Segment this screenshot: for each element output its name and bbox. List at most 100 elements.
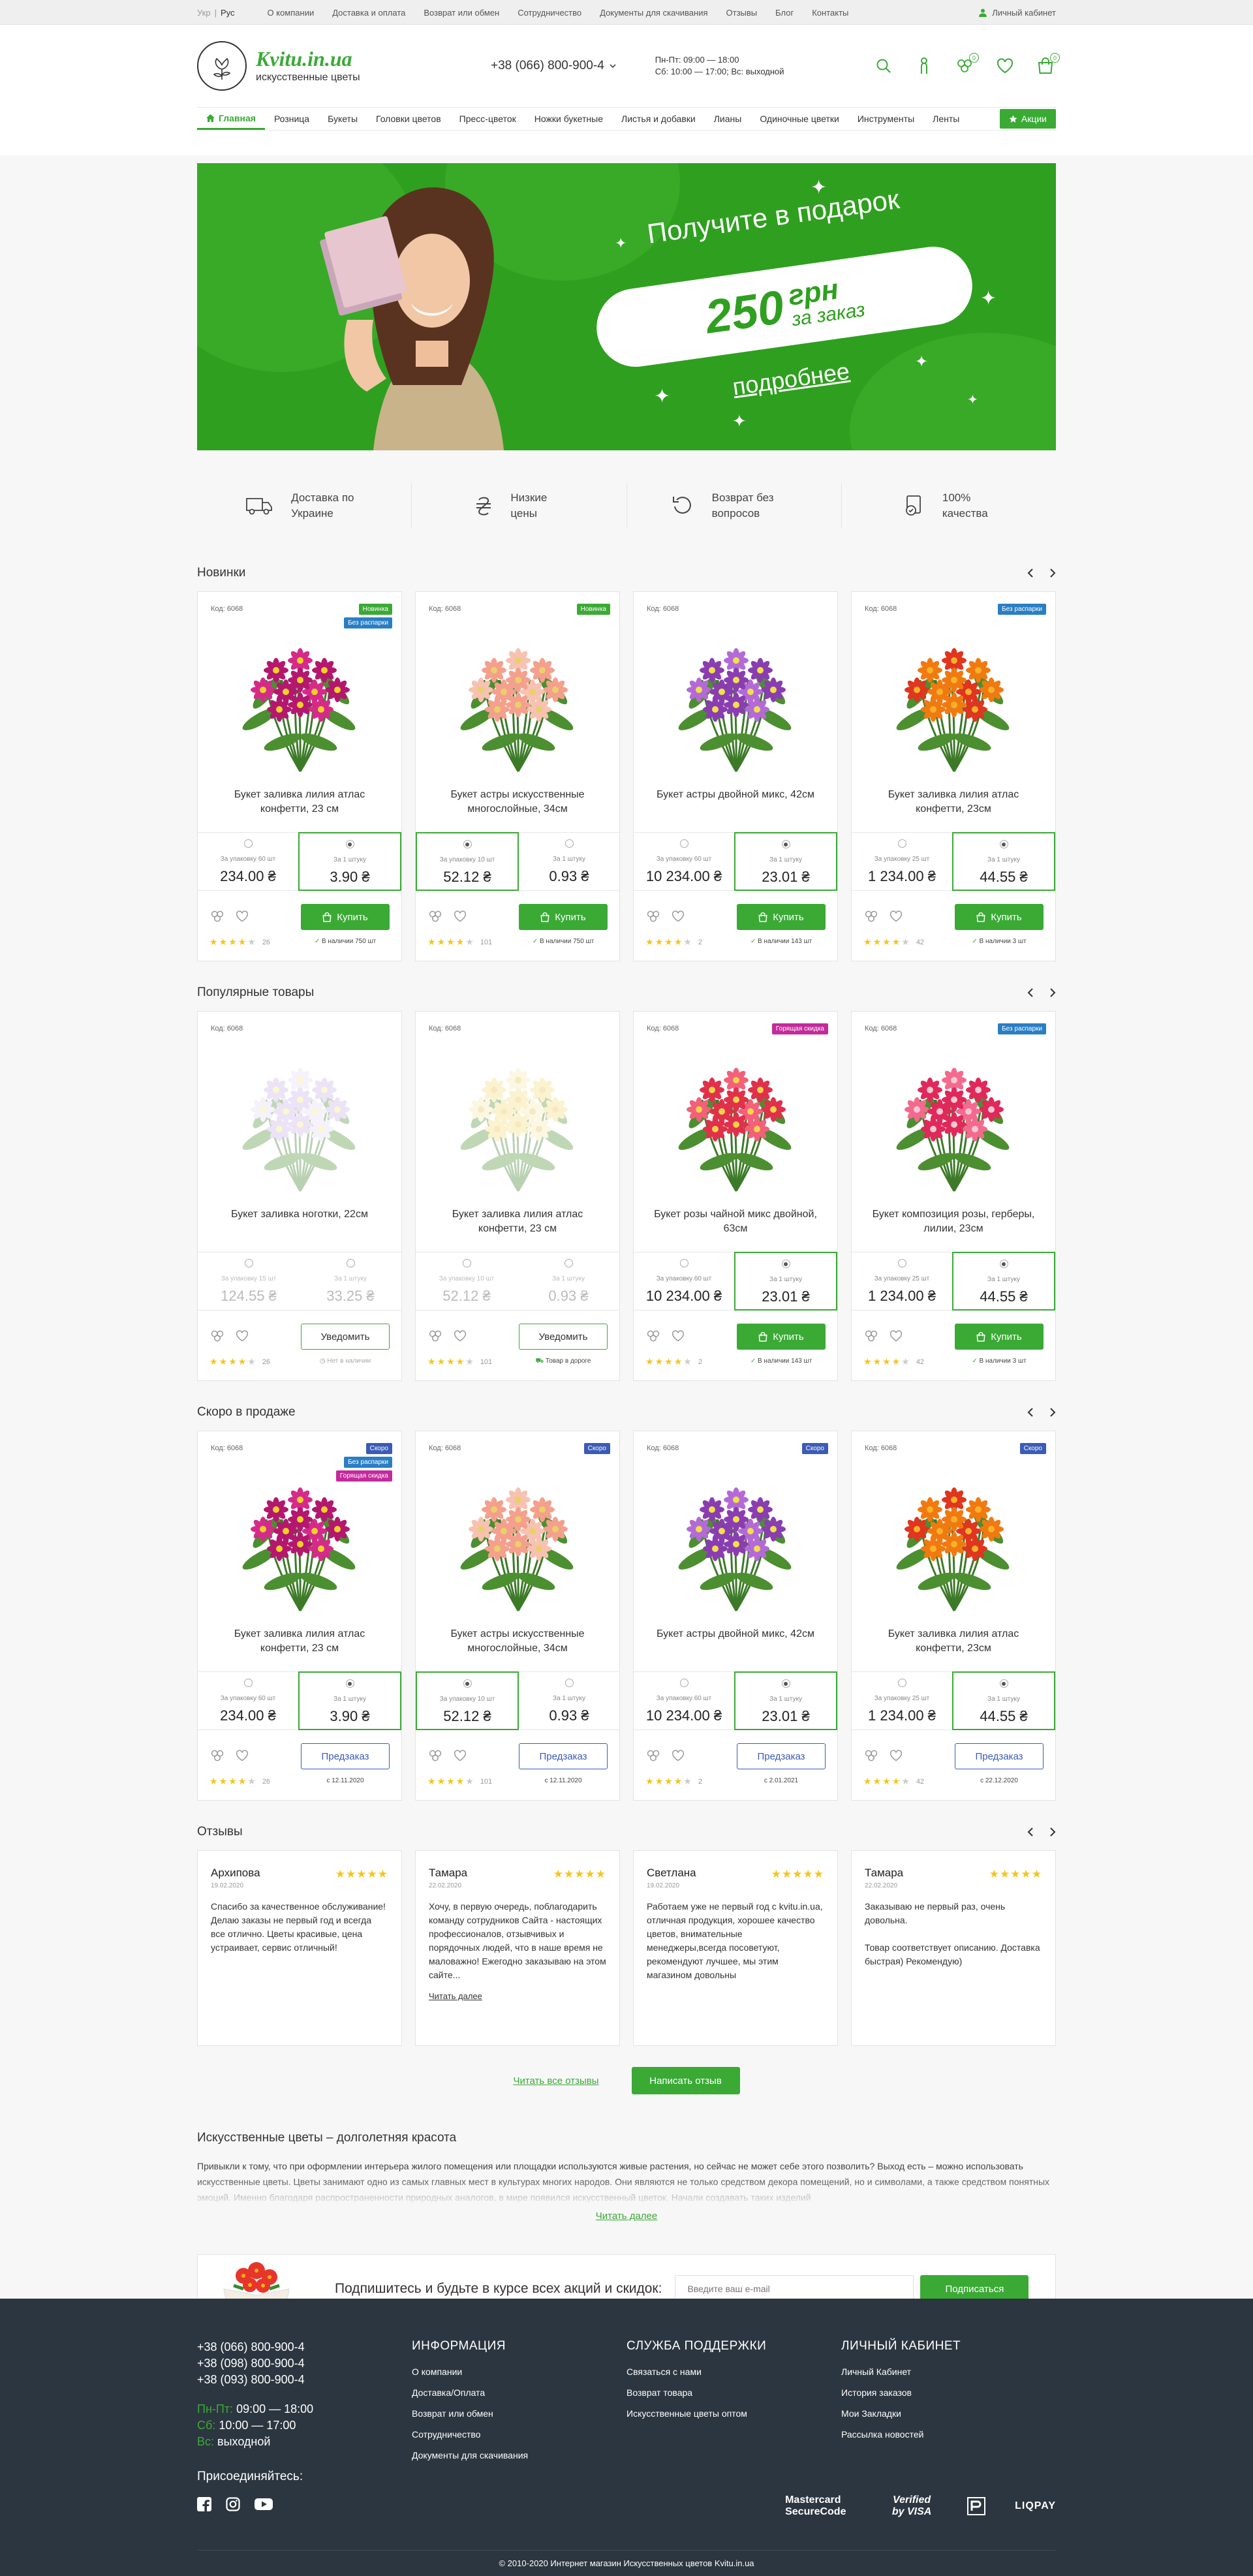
product-image[interactable] (878, 1041, 1030, 1198)
price-option-unit[interactable]: За 1 штуку 33.25 ₴ (300, 1252, 401, 1310)
cart-button[interactable]: 0 (1035, 53, 1060, 76)
footer-cabinet-bookmarks[interactable]: Мои Закладки (841, 2408, 1056, 2419)
catnav-single-flowers[interactable]: Одиночные цветки (750, 108, 848, 130)
catnav-vines[interactable]: Лианы (705, 108, 751, 130)
product-name[interactable]: Букет астры искусственные многослойные, … (429, 788, 606, 819)
product-name[interactable]: Букет астры двойной микс, 42см (647, 1627, 824, 1658)
wishlist-button[interactable] (995, 55, 1015, 76)
price-option-unit[interactable]: За 1 штуку 44.55 ₴ (952, 1671, 1055, 1730)
radio-button[interactable] (345, 840, 354, 848)
catnav-bouquet-stems[interactable]: Ножки букетные (525, 108, 612, 130)
price-option-unit[interactable]: За 1 штуку 23.01 ₴ (734, 1671, 837, 1730)
footer-support-contact[interactable]: Связаться с нами (626, 2367, 841, 2377)
product-name[interactable]: Букет заливка лилия атлас конфетти, 23 с… (211, 788, 388, 819)
compare-toggle[interactable] (209, 1748, 225, 1763)
instagram-link[interactable] (226, 2497, 240, 2511)
price-option-pack[interactable]: За упаковку 60 шт 10 234.00 ₴ (634, 1672, 734, 1730)
section-prev-button[interactable] (1027, 568, 1033, 578)
wishlist-toggle[interactable] (236, 1330, 249, 1342)
catnav-flower-heads[interactable]: Головки цветов (367, 108, 450, 130)
youtube-link[interactable] (255, 2497, 273, 2511)
price-option-pack[interactable]: За упаковку 25 шт 1 234.00 ₴ (852, 1672, 952, 1730)
footer-info-about[interactable]: О компании (412, 2367, 626, 2377)
radio-button[interactable] (243, 1679, 253, 1687)
top-nav-reviews[interactable]: Отзывы (726, 8, 758, 18)
price-option-unit[interactable]: За 1 штуку 44.55 ₴ (952, 1252, 1055, 1311)
product-name[interactable]: Букет заливка лилия атлас конфетти, 23см (865, 788, 1042, 819)
compare-toggle[interactable] (209, 909, 225, 923)
radio-button[interactable] (345, 1679, 354, 1688)
wishlist-toggle[interactable] (454, 1330, 467, 1342)
price-option-pack[interactable]: За упаковку 25 шт 1 234.00 ₴ (852, 833, 952, 890)
radio-button[interactable] (565, 839, 574, 848)
top-nav-contacts[interactable]: Контакты (812, 8, 848, 18)
compare-toggle[interactable] (427, 1748, 443, 1763)
product-name[interactable]: Букет розы чайной микс двойной, 63см (647, 1207, 824, 1239)
catnav-tools[interactable]: Инструменты (848, 108, 923, 130)
radio-button[interactable] (679, 1259, 688, 1267)
price-option-unit[interactable]: За 1 штуку 23.01 ₴ (734, 832, 837, 891)
product-name[interactable]: Букет заливка лилия атлас конфетти, 23 с… (211, 1627, 388, 1658)
wishlist-toggle[interactable] (889, 910, 903, 922)
price-option-unit[interactable]: За 1 штуку 0.93 ₴ (518, 1252, 619, 1310)
compare-toggle[interactable] (863, 909, 879, 923)
footer-info-documents[interactable]: Документы для скачивания (412, 2450, 626, 2460)
catnav-press-flower[interactable]: Пресс-цветок (450, 108, 525, 130)
logo[interactable]: Kvitu.in.ua искусственные цветы (197, 41, 393, 91)
top-nav-return[interactable]: Возврат или обмен (424, 8, 499, 18)
compare-toggle[interactable] (863, 1748, 879, 1763)
compare-button[interactable]: 0 (954, 53, 979, 76)
compare-toggle[interactable] (427, 1329, 443, 1343)
top-nav-delivery[interactable]: Доставка и оплата (332, 8, 405, 18)
price-option-pack[interactable]: За упаковку 60 шт 234.00 ₴ (198, 833, 298, 890)
price-option-unit[interactable]: За 1 штуку 3.90 ₴ (298, 832, 401, 891)
footer-cabinet-newsletter[interactable]: Рассылка новостей (841, 2429, 1056, 2440)
radio-button[interactable] (781, 840, 790, 848)
radio-button[interactable] (999, 1260, 1008, 1268)
product-image[interactable] (878, 621, 1030, 778)
price-option-pack[interactable]: За упаковку 60 шт 10 234.00 ₴ (634, 1252, 734, 1310)
price-option-pack[interactable]: За упаковку 60 шт 234.00 ₴ (198, 1672, 298, 1730)
facebook-link[interactable] (197, 2497, 211, 2511)
lang-ukr[interactable]: Укр (197, 8, 211, 18)
price-option-unit[interactable]: За 1 штуку 0.93 ₴ (519, 833, 619, 890)
product-name[interactable]: Букет заливка лилия атлас конфетти, 23см (865, 1627, 1042, 1658)
wishlist-toggle[interactable] (889, 1330, 903, 1342)
price-option-pack[interactable]: За упаковку 10 шт 52.12 ₴ (416, 1671, 519, 1730)
review-read-more-link[interactable]: Читать далее (429, 1991, 606, 2001)
product-name[interactable]: Букет астры искусственные многослойные, … (429, 1627, 606, 1658)
search-button[interactable] (873, 55, 894, 76)
radio-button[interactable] (679, 839, 688, 848)
wishlist-toggle[interactable] (672, 1330, 685, 1342)
wishlist-toggle[interactable] (236, 1750, 249, 1761)
buy-button[interactable]: Купить (519, 904, 608, 930)
buy-button[interactable]: Купить (955, 1324, 1044, 1350)
footer-cabinet-orders[interactable]: История заказов (841, 2387, 1056, 2398)
wishlist-toggle[interactable] (672, 910, 685, 922)
radio-button[interactable] (243, 839, 253, 848)
catnav-bouquets[interactable]: Букеты (318, 108, 367, 130)
catnav-ribbons[interactable]: Ленты (923, 108, 968, 130)
compare-toggle[interactable] (427, 909, 443, 923)
product-image[interactable] (442, 1041, 595, 1198)
product-name[interactable]: Букет астры двойной микс, 42см (647, 788, 824, 819)
radio-button[interactable] (463, 840, 472, 848)
top-nav-documents[interactable]: Документы для скачивания (600, 8, 707, 18)
notify-button[interactable]: Уведомить (519, 1324, 608, 1350)
section-next-button[interactable] (1050, 988, 1056, 997)
compare-toggle[interactable] (645, 1329, 661, 1343)
radio-button[interactable] (462, 1259, 471, 1267)
notify-button[interactable]: Уведомить (301, 1324, 390, 1350)
product-image[interactable] (224, 621, 377, 778)
wishlist-toggle[interactable] (454, 910, 467, 922)
section-prev-button[interactable] (1027, 988, 1033, 997)
footer-phone-1[interactable]: +38 (066) 800-900-4 (197, 2339, 412, 2355)
product-image[interactable] (660, 1041, 812, 1198)
radio-button[interactable] (679, 1679, 688, 1687)
radio-button[interactable] (897, 1679, 906, 1687)
radio-button[interactable] (897, 1259, 906, 1267)
section-next-button[interactable] (1050, 568, 1056, 578)
radio-button[interactable] (463, 1679, 472, 1688)
wishlist-toggle[interactable] (236, 910, 249, 922)
footer-info-return[interactable]: Возврат или обмен (412, 2408, 626, 2419)
